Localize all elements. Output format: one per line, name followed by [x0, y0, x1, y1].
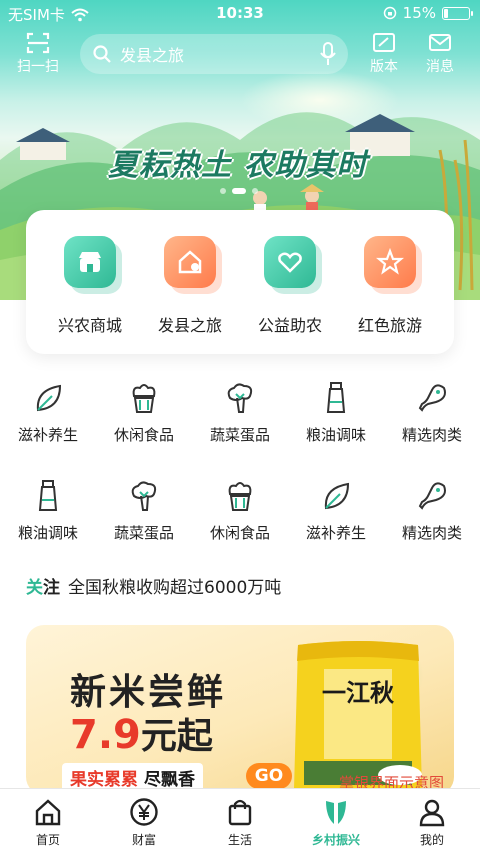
cupcake-icon	[132, 384, 156, 413]
nav-label: 我的	[419, 833, 444, 847]
home-location-icon	[164, 236, 216, 288]
oil-bottle-icon	[38, 480, 58, 511]
home-icon	[35, 799, 61, 826]
shopping-bag-icon	[228, 799, 252, 826]
feature-label: 兴农商城	[57, 316, 122, 335]
product-name: 一江秋	[322, 678, 395, 707]
search-bar[interactable]: 发县之旅	[80, 34, 348, 74]
news-tag: 关注	[26, 577, 60, 598]
nav-life[interactable]: 生活	[192, 797, 288, 848]
category-label: 蔬菜蛋品	[209, 426, 270, 444]
pagination-dot[interactable]	[252, 188, 258, 194]
version-button[interactable]: 版本	[358, 30, 410, 76]
drumstick-icon	[418, 482, 446, 510]
feature-label: 发县之旅	[157, 316, 222, 335]
broccoli-icon	[131, 481, 157, 511]
category-label: 休闲食品	[113, 426, 174, 444]
feature-label: 公益助农	[257, 316, 322, 335]
promo-price: 7.9元起	[70, 712, 213, 758]
leaf-icon	[324, 482, 350, 510]
category-item[interactable]: 滋补养生	[288, 478, 384, 543]
status-bar: 无SIM卡 10:33 15%	[0, 0, 480, 28]
shop-icon	[64, 236, 116, 288]
scan-icon	[26, 32, 50, 54]
search-icon	[93, 45, 111, 63]
leaf-icon	[36, 384, 62, 412]
pagination-dot[interactable]	[220, 188, 226, 194]
scan-button[interactable]: 扫一扫	[12, 30, 64, 76]
nav-label: 首页	[35, 833, 60, 847]
battery-percent: 15%	[402, 4, 436, 22]
category-label: 粮油调味	[305, 426, 366, 444]
message-label: 消息	[426, 59, 454, 75]
category-item[interactable]: 精选肉类	[384, 478, 480, 543]
news-headline[interactable]: 全国秋粮收购超过6000万吨	[68, 573, 281, 598]
oil-bottle-icon	[326, 382, 346, 413]
version-label: 版本	[370, 59, 398, 75]
banner-pagination	[220, 188, 258, 194]
nav-label: 财富	[131, 833, 156, 847]
nav-mine[interactable]: 我的	[384, 797, 480, 848]
drumstick-icon	[418, 384, 446, 412]
yen-icon	[130, 798, 158, 826]
nav-rural[interactable]: 乡村振兴	[288, 797, 384, 848]
category-label: 精选肉类	[401, 426, 462, 444]
category-item[interactable]: 粮油调味	[0, 478, 96, 543]
category-label: 粮油调味	[17, 524, 78, 542]
version-icon	[373, 33, 395, 52]
nav-label: 乡村振兴	[311, 833, 360, 847]
promo-banner[interactable]: 新米尝鲜 7.9元起 果实累累 尽飘香 GO 一江秋 掌银界面示意图	[26, 625, 454, 795]
user-icon	[419, 799, 445, 827]
pagination-dot[interactable]	[232, 188, 246, 194]
battery-icon	[442, 6, 473, 20]
cupcake-icon	[228, 482, 252, 511]
category-label: 精选肉类	[401, 524, 462, 542]
microphone-icon[interactable]	[320, 42, 336, 66]
star-icon	[364, 236, 416, 288]
category-item[interactable]: 蔬菜蛋品	[96, 478, 192, 543]
banner-title: 夏耘热土 农助其时	[108, 148, 368, 183]
broccoli-icon	[227, 383, 253, 413]
heart-hands-icon	[264, 236, 316, 288]
feature-travel[interactable]: 发县之旅	[140, 236, 240, 336]
category-item[interactable]: 精选肉类	[384, 380, 480, 445]
search-input[interactable]: 发县之旅	[120, 42, 320, 66]
news-ticker[interactable]: 关注 全国秋粮收购超过6000万吨	[26, 572, 281, 598]
feature-mall[interactable]: 兴农商城	[40, 236, 140, 336]
feature-charity[interactable]: 公益助农	[240, 236, 340, 336]
category-item[interactable]: 休闲食品	[192, 478, 288, 543]
category-label: 滋补养生	[305, 524, 366, 542]
category-item[interactable]: 休闲食品	[96, 380, 192, 445]
category-label: 蔬菜蛋品	[113, 524, 174, 542]
rural-leaf-icon	[326, 801, 346, 824]
category-item[interactable]: 粮油调味	[288, 380, 384, 445]
top-bar: 扫一扫 发县之旅 版本 消息	[0, 30, 480, 82]
scan-label: 扫一扫	[17, 59, 59, 75]
orientation-lock-icon	[383, 6, 396, 20]
feature-card: 兴农商城 发县之旅 公益助农 红色旅游	[26, 210, 454, 354]
category-item[interactable]: 蔬菜蛋品	[192, 380, 288, 445]
category-item[interactable]: 滋补养生	[0, 380, 96, 445]
feature-red-tourism[interactable]: 红色旅游	[340, 236, 440, 336]
message-button[interactable]: 消息	[414, 30, 466, 76]
bottom-nav: 首页 财富 生活 乡村振兴 我的	[0, 788, 480, 853]
promo-go-button[interactable]: GO	[246, 763, 292, 789]
category-label: 滋补养生	[17, 426, 78, 444]
feature-label: 红色旅游	[357, 316, 422, 335]
nav-label: 生活	[227, 833, 252, 847]
nav-wealth[interactable]: 财富	[96, 797, 192, 848]
category-label: 休闲食品	[209, 524, 270, 542]
nav-home[interactable]: 首页	[0, 797, 96, 848]
mail-icon	[429, 34, 451, 51]
